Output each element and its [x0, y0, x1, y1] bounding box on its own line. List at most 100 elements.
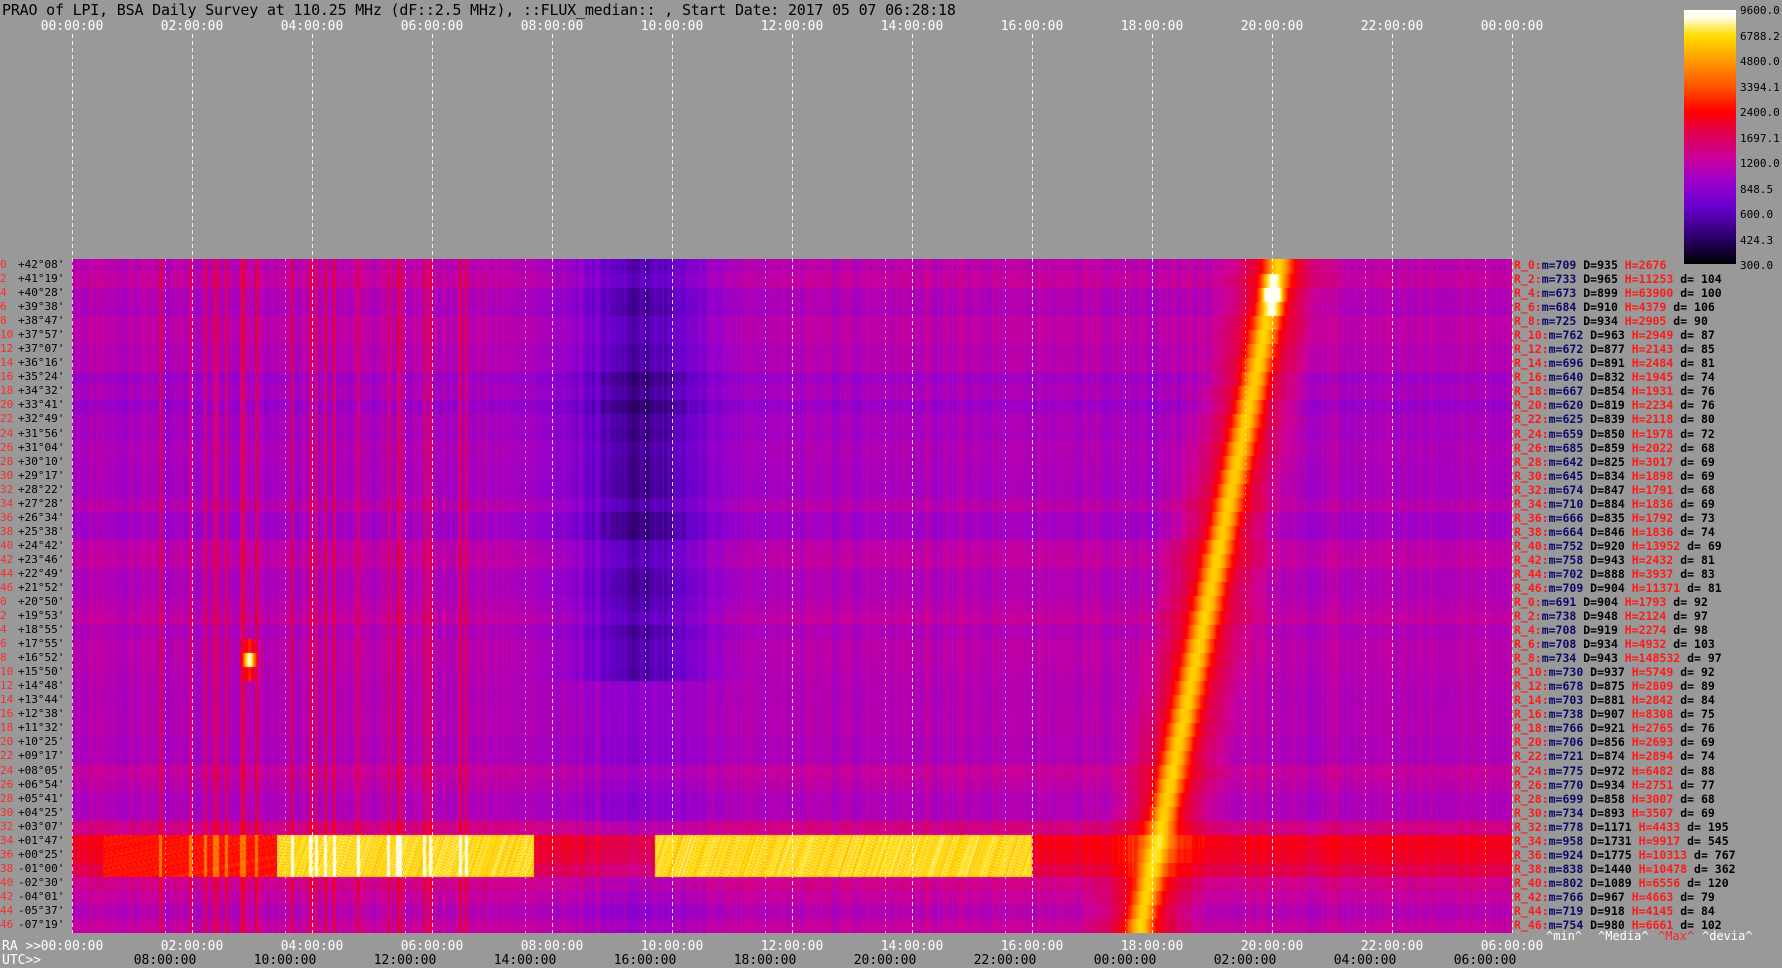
declination-row-label: 38 -01°00' [0, 863, 72, 875]
ra-tick-label: 06:00:00 [400, 939, 464, 954]
declination-row-label: 10 +15°50' [0, 666, 72, 678]
row-declination: +23°46' [18, 553, 65, 566]
declination-row-label: 38 +25°38' [0, 526, 72, 538]
stat-median: D=858 [1583, 791, 1625, 806]
stat-dev: d= 68 [1673, 440, 1715, 455]
declination-row-label: 0 +20°50' [0, 596, 72, 608]
declination-row-label: 28 +05°41' [0, 793, 72, 805]
row-stat: R_30:m=734 D=893 H=3507 d= 69 [1514, 807, 1715, 819]
top-tick-label: 20:00:00 [1240, 19, 1304, 34]
declination-row-label: 0 +42°08' [0, 259, 72, 271]
stat-dev: d= 195 [1680, 819, 1729, 834]
row-index: 10 [0, 329, 14, 342]
row-stat: R_20:m=706 D=856 H=2693 d= 69 [1514, 736, 1715, 748]
stat-row-id: R_2: [1514, 609, 1542, 624]
stat-median: D=859 [1583, 440, 1625, 455]
top-tick-label: 12:00:00 [760, 19, 824, 34]
top-tick-label: 02:00:00 [160, 19, 224, 34]
row-declination: +24°42' [18, 539, 65, 552]
row-declination: +37°57' [18, 329, 65, 342]
stat-median: D=943 [1583, 552, 1625, 567]
stat-max: H=1792 [1624, 510, 1674, 525]
legend-max: ^Max^ [1658, 929, 1695, 943]
declination-row-label: 4 +18°55' [0, 624, 72, 636]
stat-row-id: R_4: [1514, 623, 1542, 638]
ra-tick-label: 14:00:00 [880, 939, 944, 954]
stat-median: D=934 [1576, 314, 1618, 329]
stat-dev: d= 69 [1680, 538, 1722, 553]
row-index: 38 [0, 525, 14, 538]
stat-dev: d= 98 [1666, 623, 1708, 638]
stat-max: H=10313 [1631, 847, 1688, 862]
stat-dev: d= 74 [1673, 524, 1715, 539]
stat-median: D=967 [1583, 889, 1625, 904]
declination-row-label: 46 +21°52' [0, 582, 72, 594]
stat-min: m=666 [1548, 510, 1584, 525]
row-stat: R_32:m=778 D=1171 H=4433 d= 195 [1514, 821, 1729, 833]
stat-median: D=1440 [1583, 861, 1632, 876]
stat-dev: d= 85 [1673, 342, 1715, 357]
stat-min: m=710 [1548, 496, 1584, 511]
colorbar-tick-label: 600.0 [1740, 208, 1774, 221]
stat-row-id: R_22: [1514, 749, 1549, 764]
stat-row-id: R_12: [1514, 679, 1549, 694]
declination-row-label: 36 +26°34' [0, 512, 72, 524]
legend-median: ^Media^ [1598, 929, 1649, 943]
stat-row-id: R_12: [1514, 342, 1549, 357]
stat-row-id: R_18: [1514, 721, 1549, 736]
declination-row-label: 4 +40°28' [0, 287, 72, 299]
top-tick-label: 22:00:00 [1360, 19, 1424, 34]
row-declination: +26°34' [18, 511, 65, 524]
row-index: 12 [0, 680, 14, 693]
stat-min: m=691 [1541, 595, 1577, 609]
stat-row-id: R_10: [1514, 328, 1549, 343]
row-declination: +40°28' [18, 287, 65, 300]
stat-median: D=835 [1583, 510, 1625, 525]
stat-row-id: R_16: [1514, 370, 1549, 385]
stat-max: H=2894 [1624, 749, 1674, 764]
colorbar-tick-label: 424.3 [1740, 233, 1774, 247]
row-stat: R_26:m=770 D=934 H=2751 d= 77 [1514, 779, 1715, 791]
stat-min: m=721 [1548, 749, 1584, 764]
stat-dev: d= 92 [1666, 595, 1708, 609]
stat-min: m=642 [1548, 454, 1584, 469]
row-stat: R_16:m=640 D=832 H=1945 d= 74 [1514, 371, 1715, 383]
ra-tick-label: 08:00:00 [520, 939, 584, 954]
stat-dev: d= 103 [1666, 637, 1715, 652]
row-index: 10 [0, 666, 14, 679]
ra-tick-label: 18:00:00 [1120, 939, 1184, 954]
row-stat: R_44:m=702 D=888 H=3937 d= 83 [1514, 568, 1715, 580]
stat-max: H=13952 [1624, 538, 1681, 553]
declination-row-label: 22 +09°17' [0, 750, 72, 762]
stat-min: m=770 [1548, 777, 1584, 792]
stat-dev: d= 120 [1680, 875, 1729, 890]
stat-min: m=699 [1548, 791, 1584, 806]
stat-median: D=920 [1583, 538, 1625, 553]
stat-max: H=2484 [1624, 356, 1674, 371]
declination-row-label: 34 +01°47' [0, 835, 72, 847]
declination-row-label: 32 +03°07' [0, 821, 72, 833]
stat-dev: d= 87 [1673, 328, 1715, 343]
row-declination: +21°52' [18, 581, 65, 594]
stat-min: m=730 [1548, 665, 1584, 680]
colorbar-tick-label: 9600.0 [1740, 4, 1780, 17]
stat-max: H=2905 [1617, 314, 1667, 329]
stat-dev: d= 83 [1673, 566, 1715, 581]
row-stat: R_26:m=685 D=859 H=2022 d= 68 [1514, 442, 1715, 454]
colorbar-tick-label: 6788.2 [1740, 29, 1780, 43]
stat-row-id: R_8: [1514, 651, 1542, 666]
stat-max: H=1793 [1617, 595, 1667, 609]
declination-row-label: 30 +29°17' [0, 470, 72, 482]
stat-row-id: R_20: [1514, 398, 1549, 413]
top-tick-label: 06:00:00 [400, 19, 464, 34]
declination-row-label: 10 +37°57' [0, 329, 72, 341]
row-declination: -04°01' [18, 890, 65, 903]
row-index: 42 [0, 553, 14, 566]
stat-median: D=856 [1583, 735, 1625, 750]
row-declination: +28°22' [18, 483, 65, 496]
stat-median: D=839 [1583, 412, 1625, 427]
row-declination: +01°47' [18, 834, 65, 847]
heatmap-canvas[interactable] [72, 259, 1512, 933]
top-tick-label: 00:00:00 [40, 19, 104, 34]
row-index: 22 [0, 750, 14, 763]
